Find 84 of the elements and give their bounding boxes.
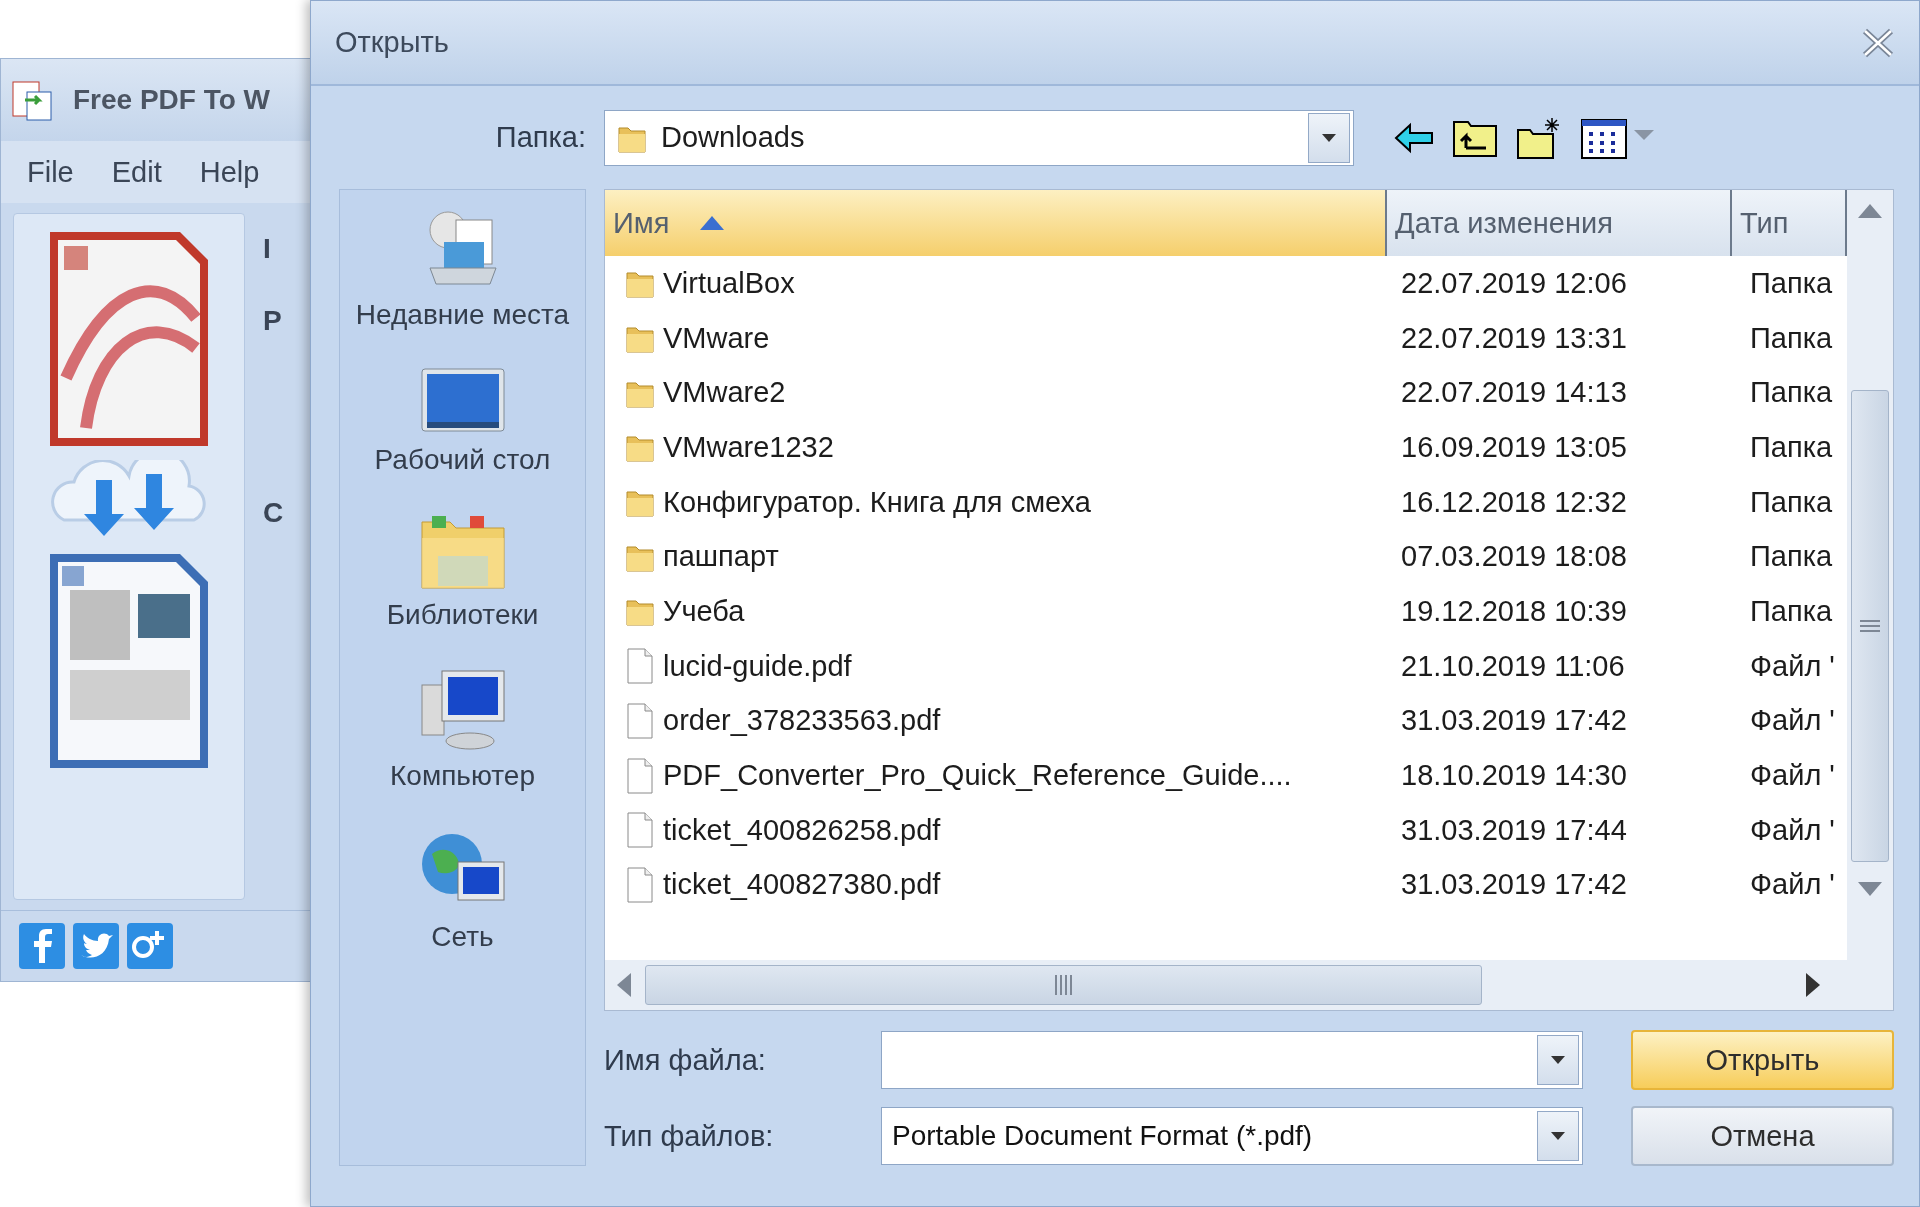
- window-title: Free PDF To W: [73, 84, 271, 116]
- file-name[interactable]: ticket_400826258.pdf: [663, 813, 941, 847]
- folder-label: Папка:: [495, 121, 586, 154]
- new-folder-icon[interactable]: [1516, 115, 1562, 160]
- scroll-down-icon: [1858, 882, 1882, 896]
- caret-icon: [1551, 1056, 1565, 1064]
- date-cell-text: 21.10.2019 11:06: [1400, 649, 1626, 683]
- menu-item[interactable]: Help: [199, 155, 260, 189]
- file-name[interactable]: PDF_Converter_Pro_Quick_Reference_Guide....: [663, 759, 1292, 793]
- twitter-icon[interactable]: [73, 923, 119, 969]
- file-name[interactable]: VMware2: [663, 376, 786, 410]
- type-cell-text: Файл ': [1749, 649, 1836, 683]
- date-cell-text: 31.03.2019 17:44: [1400, 813, 1628, 847]
- type-cell-text: Папка: [1749, 266, 1834, 300]
- app-icon: [11, 78, 55, 122]
- column-header[interactable]: Дата изменения: [1387, 190, 1732, 256]
- type-cell-text: Файл ': [1749, 704, 1836, 738]
- file-name[interactable]: пашпарт: [663, 540, 779, 574]
- type-cell-text: Папка: [1749, 321, 1834, 355]
- date-cell-text: 07.03.2019 18:08: [1400, 540, 1628, 574]
- place-item[interactable]: Рабочий стол: [347, 441, 578, 478]
- date-cell-text: 31.03.2019 17:42: [1400, 704, 1628, 738]
- file-name[interactable]: Учеба: [663, 594, 745, 628]
- type-cell-text: Файл ': [1749, 868, 1836, 902]
- file-name[interactable]: VirtualBox: [663, 266, 795, 300]
- group-label: P: [263, 305, 283, 337]
- date-cell-text: 18.10.2019 14:30: [1400, 759, 1628, 793]
- date-cell-text: 31.03.2019 17:42: [1400, 868, 1628, 902]
- type-cell-text: Папка: [1749, 376, 1834, 410]
- grip-icon: [1860, 620, 1880, 632]
- date-cell-text: 16.09.2019 13:05: [1400, 430, 1628, 464]
- filename-label: Имя файла:: [604, 1043, 767, 1077]
- type-cell-text: Папка: [1749, 485, 1834, 519]
- column-header[interactable]: Имя: [605, 190, 1387, 256]
- file-icon: [625, 812, 655, 849]
- file-name[interactable]: order_378233563.pdf: [663, 704, 941, 738]
- cancel-button[interactable]: Отмена: [1631, 1106, 1894, 1166]
- facebook-icon[interactable]: [19, 923, 65, 969]
- file-icon: [625, 648, 655, 685]
- folder-dropdown[interactable]: Downloads: [604, 109, 1354, 166]
- file-name[interactable]: VMware1232: [663, 430, 834, 464]
- caret-icon: [1322, 133, 1336, 142]
- column-header[interactable]: Тип: [1732, 190, 1847, 256]
- place-item[interactable]: Компьютер: [347, 757, 578, 794]
- caret-icon: [1551, 1132, 1565, 1140]
- menu-item[interactable]: File: [27, 155, 74, 189]
- file-name[interactable]: Конфигуратор. Книга для смеха: [663, 485, 1091, 519]
- scroll-up-icon: [1858, 204, 1882, 218]
- type-cell-text: Папка: [1749, 430, 1834, 464]
- file-icon: [625, 702, 655, 739]
- type-cell-text: Папка: [1749, 594, 1834, 628]
- group-label: I: [263, 233, 272, 265]
- file-icon: [625, 757, 655, 794]
- place-item[interactable]: Сеть: [347, 918, 578, 955]
- group-label: C: [263, 497, 285, 529]
- file-name[interactable]: VMware: [663, 321, 770, 355]
- file-name[interactable]: ticket_400827380.pdf: [663, 868, 941, 902]
- place-item[interactable]: Библиотеки: [347, 596, 578, 633]
- filename-field[interactable]: [881, 1031, 1583, 1089]
- type-cell-text: Папка: [1749, 540, 1834, 574]
- grip-icon: [1053, 975, 1074, 995]
- horizontal-scrollbar[interactable]: [605, 960, 1847, 1010]
- filetype-dropdown[interactable]: Portable Document Format (*.pdf): [881, 1107, 1583, 1165]
- date-cell-text: 19.12.2018 10:39: [1400, 594, 1628, 628]
- back-arrow-icon[interactable]: [1394, 121, 1434, 154]
- dialog-title: Открыть: [335, 26, 449, 59]
- vertical-scrollbar[interactable]: [1847, 190, 1893, 960]
- file-icon: [625, 866, 655, 903]
- scroll-right-icon: [1806, 973, 1820, 997]
- type-cell-text: Файл ': [1749, 759, 1836, 793]
- google-plus-icon[interactable]: [127, 923, 173, 969]
- scroll-left-icon: [617, 973, 631, 997]
- file-name[interactable]: lucid-guide.pdf: [663, 649, 852, 683]
- date-cell-text: 22.07.2019 12:06: [1400, 266, 1628, 300]
- filetype-label: Тип файлов:: [604, 1119, 775, 1153]
- close-icon[interactable]: [1861, 27, 1895, 58]
- open-button[interactable]: Открыть: [1631, 1030, 1894, 1090]
- date-cell-text: 16.12.2018 12:32: [1400, 485, 1628, 519]
- sort-arrow-icon: [699, 216, 724, 230]
- place-item[interactable]: Недавние места: [347, 296, 578, 333]
- menu-item[interactable]: Edit: [111, 155, 162, 189]
- type-cell-text: Файл ': [1749, 813, 1836, 847]
- date-cell-text: 22.07.2019 13:31: [1400, 321, 1628, 355]
- date-cell-text: 22.07.2019 14:13: [1400, 376, 1628, 410]
